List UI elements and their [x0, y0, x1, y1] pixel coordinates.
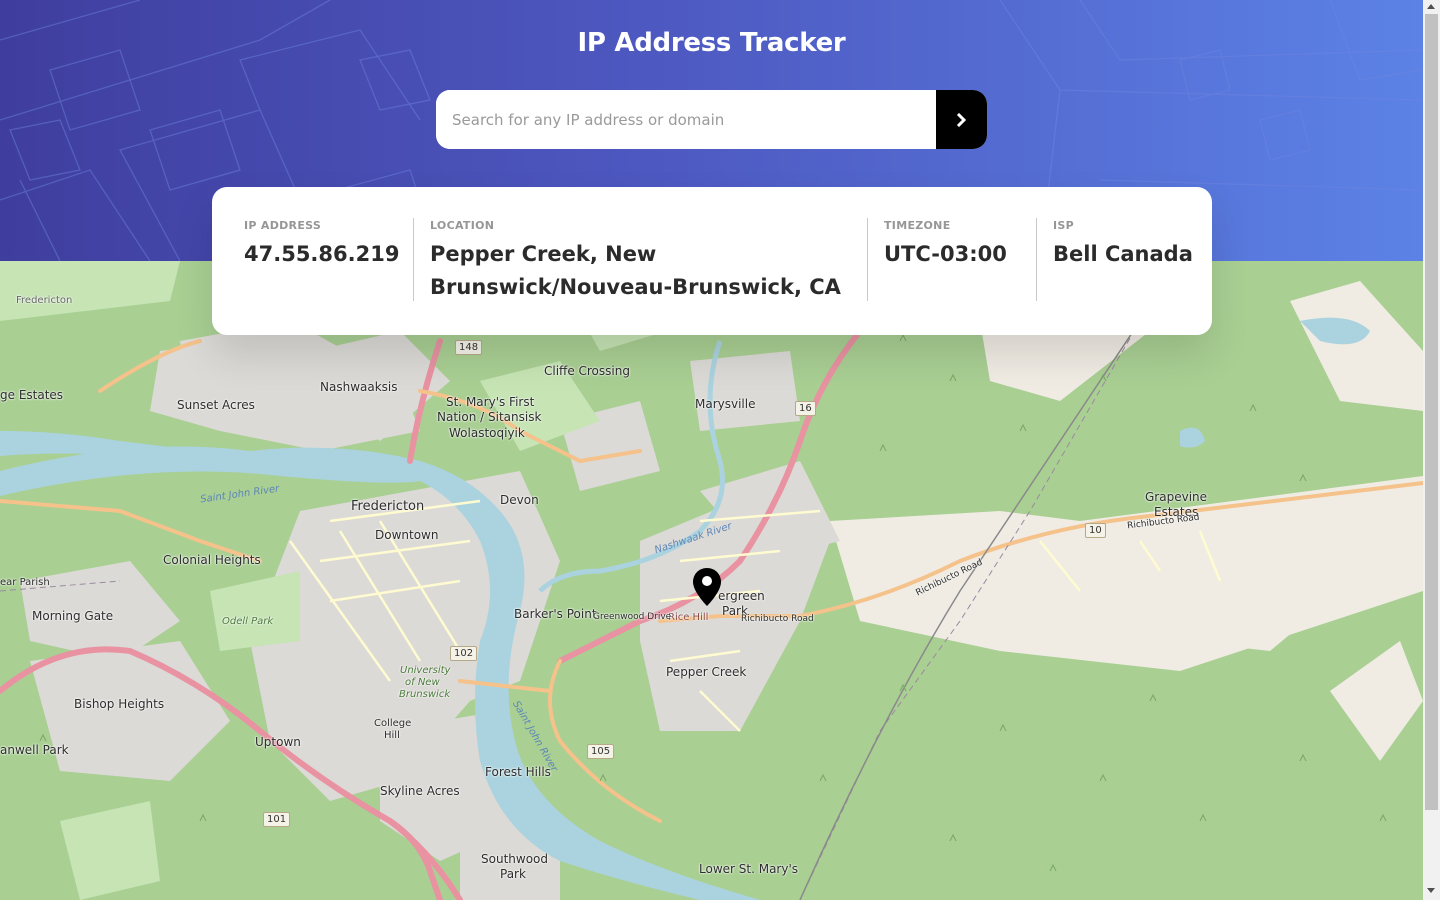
timezone-label: TIMEZONE: [884, 219, 951, 232]
map-label: University: [400, 665, 451, 676]
map-label: Cliffe Crossing: [544, 364, 630, 378]
isp-label: ISP: [1053, 219, 1074, 232]
divider: [1036, 218, 1037, 301]
scrollbar-thumb[interactable]: [1425, 14, 1438, 810]
route-shield: 148: [455, 340, 483, 355]
map-label: Devon: [500, 493, 539, 507]
map-label: Fredericton: [16, 295, 73, 306]
scrollbar[interactable]: [1423, 0, 1440, 900]
map-label: of New: [405, 677, 440, 688]
map-label: Brunswick: [399, 689, 451, 700]
map-label: Forest Hills: [485, 765, 551, 779]
route-shield: 105: [587, 744, 615, 759]
route-shield: 102: [450, 646, 478, 661]
search-submit-button[interactable]: [936, 90, 987, 149]
ip-info-card: IP ADDRESS 47.55.86.219 LOCATION Pepper …: [212, 187, 1212, 335]
map-label: Colonial Heights: [163, 553, 261, 567]
map-label: Nation / Sitansisk: [437, 410, 542, 424]
map-label: Sunset Acres: [177, 398, 255, 412]
scroll-up-arrow-icon[interactable]: [1427, 4, 1435, 9]
route-shield: 16: [795, 401, 816, 416]
map-label: Morning Gate: [32, 609, 114, 623]
map-label: ear Parish: [0, 577, 50, 588]
map-label: Pepper Creek: [666, 665, 747, 679]
scroll-down-arrow-icon[interactable]: [1427, 888, 1435, 893]
chevron-right-icon: [956, 112, 967, 127]
map-label: Hill: [384, 730, 400, 741]
ip-address-value: 47.55.86.219: [244, 242, 400, 266]
search-input[interactable]: [436, 90, 936, 149]
map-label: anwell Park: [0, 743, 69, 757]
map-label: Uptown: [255, 735, 301, 749]
location-section: LOCATION Pepper Creek, New Brunswick/Nou…: [430, 219, 850, 304]
location-pin-icon[interactable]: [692, 567, 722, 607]
map-label: Grapevine: [1145, 490, 1208, 504]
map-label: Lower St. Mary's: [699, 862, 799, 876]
map-label: Southwood: [481, 852, 548, 866]
map-label: St. Mary's First: [446, 395, 535, 409]
page-title: IP Address Tracker: [577, 28, 846, 58]
timezone-section: TIMEZONE UTC-03:00: [884, 219, 1034, 271]
route-shield: 10: [1085, 523, 1106, 538]
map-label: Bishop Heights: [74, 697, 165, 711]
route-shield: 101: [263, 812, 291, 827]
location-value: Pepper Creek, New Brunswick/Nouveau-Brun…: [430, 242, 841, 299]
isp-section: ISP Bell Canada: [1053, 219, 1203, 271]
map-label: Fredericton: [351, 499, 425, 514]
divider: [413, 218, 414, 301]
timezone-value: UTC-03:00: [884, 242, 1007, 266]
map-label: ergreen: [718, 589, 765, 603]
map-label: Rice Hill: [668, 612, 709, 623]
location-label: LOCATION: [430, 219, 495, 232]
ip-address-label: IP ADDRESS: [244, 219, 322, 232]
map-label: College: [374, 718, 412, 729]
map-label: ge Estates: [0, 388, 64, 402]
map-label: Downtown: [375, 528, 439, 542]
map-label: Barker's Point: [514, 607, 597, 621]
map-label: Richibucto Road: [741, 614, 814, 624]
map-label: Greenwood Drive: [593, 612, 672, 622]
map-label: Marysville: [695, 397, 756, 411]
map-label: Park: [500, 867, 526, 881]
map-label: Wolastoqiyik: [449, 426, 525, 440]
isp-value: Bell Canada: [1053, 242, 1193, 266]
divider: [867, 218, 868, 301]
search-bar: [436, 90, 987, 149]
map-label: Skyline Acres: [380, 784, 460, 798]
map-label: Nashwaaksis: [320, 380, 398, 394]
map-label: Odell Park: [222, 616, 274, 627]
ip-address-section: IP ADDRESS 47.55.86.219: [244, 219, 400, 271]
